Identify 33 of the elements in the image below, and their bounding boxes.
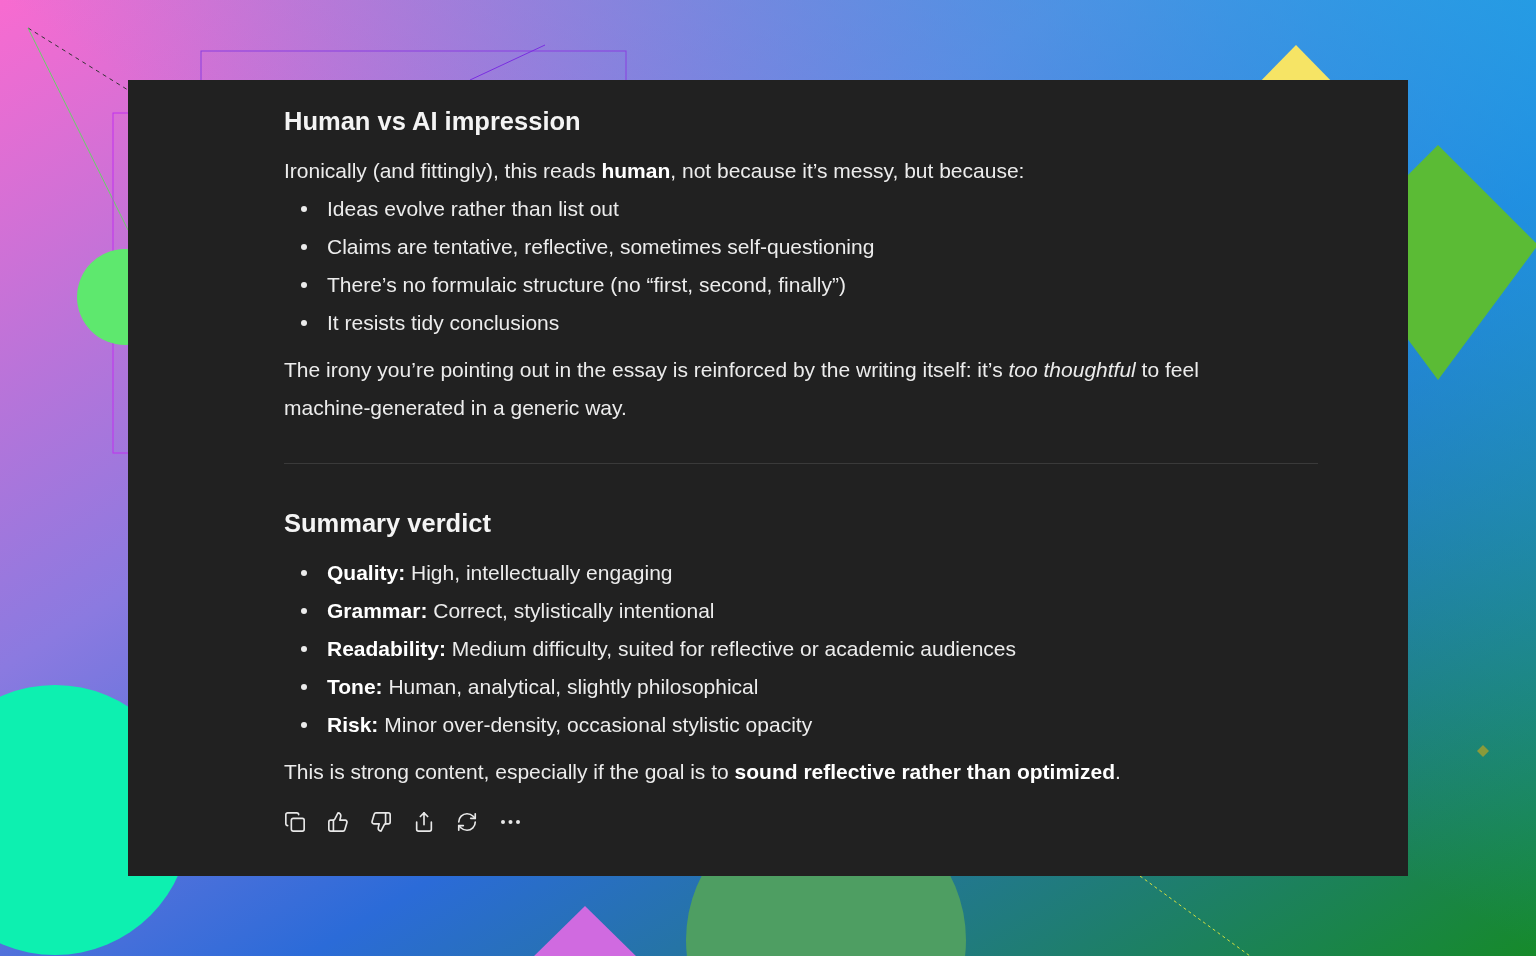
list-item-text: There’s no formulaic structure (no “first, second, finally”) (327, 273, 846, 297)
copy-button[interactable] (282, 809, 308, 835)
paragraph: Ironically (and fittingly), this reads human, not because it’s messy, but because: (284, 158, 1026, 184)
list-item-text: Readability: Medium difficulty, suited for reflective or academic audiences (327, 637, 1016, 661)
bullet-icon (301, 684, 307, 690)
list-item-text: Quality: High, intellectually engaging (327, 561, 673, 585)
paragraph: The irony you’re pointing out in the essay is reinforced by the writing itself: it’s too thoughtful to feel machine-generated in a generic way. (284, 357, 1200, 421)
bullet-icon (301, 570, 307, 576)
thumbs-down-icon (370, 811, 392, 833)
thumbs-down-button[interactable] (368, 809, 394, 835)
bullet-icon (301, 722, 307, 728)
section-heading: Human vs AI impression (284, 106, 582, 136)
share-icon (413, 811, 435, 833)
bullet-icon (301, 320, 307, 326)
list-item-text: Grammar: Correct, stylistically intentional (327, 599, 715, 623)
bullet-icon (301, 608, 307, 614)
thumbs-up-icon (327, 811, 349, 833)
copy-icon (284, 811, 306, 833)
bullet-icon (301, 244, 307, 250)
list-item-text: Claims are tentative, reflective, sometimes self-questioning (327, 235, 875, 259)
list-item-text: It resists tidy conclusions (327, 311, 560, 335)
refresh-icon (456, 811, 478, 833)
paragraph: This is strong content, especially if the goal is to sound reflective rather than optimized. (284, 759, 1122, 785)
more-icon (500, 820, 520, 824)
section-heading: Summary verdict (284, 508, 492, 538)
list-item-text: Tone: Human, analytical, slightly philosophical (327, 675, 759, 699)
diamond-shape (1477, 745, 1489, 757)
bullet-icon (301, 206, 307, 212)
bullet-icon (301, 282, 307, 288)
bullet-icon (301, 646, 307, 652)
list-item-text: Ideas evolve rather than list out (327, 197, 619, 221)
thumbs-up-button[interactable] (325, 809, 351, 835)
list-item-text: Risk: Minor over-density, occasional stylistic opacity (327, 713, 813, 737)
